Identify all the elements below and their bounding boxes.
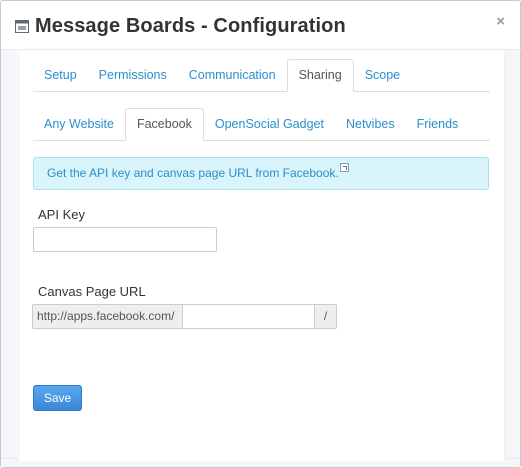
- configuration-tabs: Setup Permissions Communication Sharing …: [33, 59, 490, 92]
- api-key-label: API Key: [38, 207, 85, 222]
- sharing-subtabs: Any Website Facebook OpenSocial Gadget N…: [33, 108, 490, 141]
- canvas-page-url-input[interactable]: [183, 304, 314, 329]
- canvas-page-url-group: http://apps.facebook.com/ /: [32, 304, 337, 329]
- dialog-title: Message Boards - Configuration: [35, 14, 346, 37]
- tab-sharing[interactable]: Sharing: [286, 59, 354, 92]
- subtab-opensocial-gadget[interactable]: OpenSocial Gadget: [204, 109, 335, 140]
- dialog-title-bar: Message Boards - Configuration: [15, 11, 346, 41]
- info-alert: Get the API key and canvas page URL from…: [33, 157, 489, 190]
- subtab-any-website[interactable]: Any Website: [33, 109, 125, 140]
- external-link-icon[interactable]: [339, 163, 349, 172]
- window-icon: [15, 19, 29, 33]
- tab-setup[interactable]: Setup: [33, 60, 88, 91]
- canvas-page-url-label: Canvas Page URL: [38, 284, 146, 299]
- dialog-left-gutter: [1, 50, 17, 460]
- configuration-dialog: Message Boards - Configuration × Setup P…: [0, 0, 521, 468]
- canvas-url-prefix: http://apps.facebook.com/: [32, 304, 183, 329]
- tab-permissions[interactable]: Permissions: [88, 60, 178, 91]
- facebook-help-link[interactable]: Get the API key and canvas page URL from…: [47, 166, 339, 180]
- subtab-facebook[interactable]: Facebook: [124, 108, 204, 141]
- tab-communication[interactable]: Communication: [178, 60, 287, 91]
- subtab-friends[interactable]: Friends: [406, 109, 470, 140]
- tab-scope[interactable]: Scope: [354, 60, 411, 91]
- subtab-netvibes[interactable]: Netvibes: [335, 109, 406, 140]
- save-button[interactable]: Save: [33, 385, 82, 411]
- dialog-right-gutter: [504, 50, 520, 460]
- api-key-input[interactable]: [33, 227, 217, 252]
- canvas-url-suffix: /: [314, 304, 337, 329]
- close-icon[interactable]: ×: [496, 14, 505, 29]
